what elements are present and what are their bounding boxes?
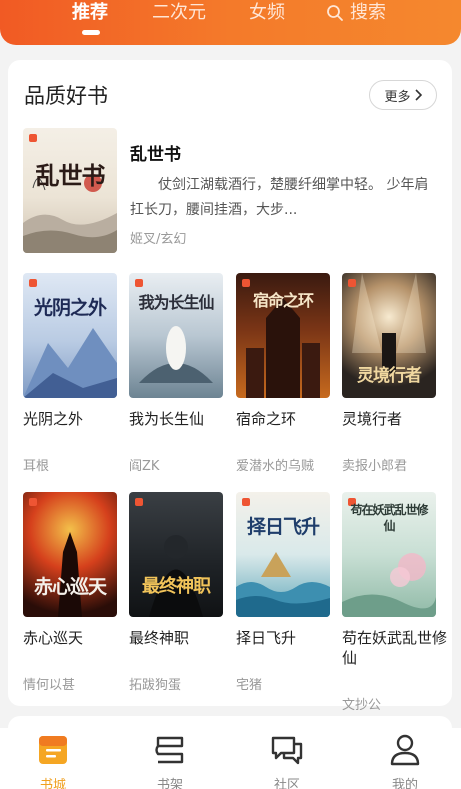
search-button[interactable]: 搜索	[326, 0, 386, 26]
book-author: 耳根	[23, 459, 50, 474]
nav-bookstore[interactable]: 书城	[18, 734, 88, 789]
waves-art	[236, 552, 330, 617]
book-card[interactable]: 光阴之外 光阴之外 耳根	[23, 273, 117, 474]
book-cover: 苟在妖武乱世修仙	[342, 492, 436, 617]
featured-meta: 姬叉/玄幻	[130, 232, 187, 247]
publisher-badge	[348, 279, 356, 287]
chevron-right-icon	[414, 89, 422, 101]
nav-label: 我的	[391, 778, 418, 789]
book-title: 灵境行者	[342, 410, 403, 428]
nav-label: 社区	[273, 778, 300, 789]
book-author: 文抄公	[342, 698, 382, 713]
book-card[interactable]: 赤心巡天 赤心巡天 情何以甚	[23, 492, 117, 693]
book-title: 赤心巡天	[23, 629, 84, 647]
book-card[interactable]: 最终神职 最终神职 拓跋狗蛋	[129, 492, 223, 693]
book-title: 光阴之外	[23, 410, 84, 428]
nav-profile[interactable]: 我的	[370, 734, 440, 789]
book-card[interactable]: 宿命之环 宿命之环 爱潜水的乌贼	[236, 273, 330, 474]
book-author: 宅猪	[236, 678, 263, 693]
book-title: 我为长生仙	[129, 410, 205, 428]
book-card[interactable]: 苟在妖武乱世修仙 苟在妖武乱世修仙 文抄公	[342, 492, 447, 713]
book-title: 苟在妖武乱世修仙	[342, 629, 448, 667]
nav-label: 书城	[39, 778, 66, 789]
search-icon	[327, 5, 343, 21]
book-card[interactable]: 灵境行者 灵境行者 卖报小郎君	[342, 273, 436, 474]
bookshelf-icon	[155, 736, 184, 764]
section-title: 品质好书	[24, 84, 108, 108]
book-cover: 赤心巡天	[23, 492, 117, 617]
top-tab-bar: 推荐 二次元 女频 搜索	[0, 0, 461, 45]
book-cover-text: 赤心巡天	[33, 576, 107, 598]
book-cover: 最终神职	[129, 492, 223, 617]
book-card[interactable]: 我为长生仙 我为长生仙 阎ZK	[129, 273, 223, 474]
tab-anime[interactable]: 二次元	[152, 0, 206, 26]
book-cover: 光阴之外	[23, 273, 117, 398]
book-author: 情何以甚	[23, 678, 76, 693]
book-cover-text: 择日飞升	[246, 516, 320, 538]
publisher-badge	[135, 279, 143, 287]
publisher-badge	[29, 279, 37, 287]
more-label: 更多	[384, 89, 411, 105]
hooded-figure-art	[149, 535, 203, 617]
book-cover: 我为长生仙	[129, 273, 223, 398]
more-button[interactable]: 更多	[369, 80, 437, 110]
nav-label: 书架	[156, 778, 183, 789]
book-title: 宿命之环	[236, 410, 297, 428]
publisher-badge	[29, 498, 37, 506]
book-cover-text: 光阴之外	[33, 297, 107, 319]
book-card[interactable]: 择日飞升 择日飞升 宅猪	[236, 492, 330, 693]
bottom-navigation: 书城 书架 社区 我的	[0, 728, 461, 789]
book-cover-text: 灵境行者	[357, 366, 422, 386]
book-author: 阎ZK	[129, 459, 160, 474]
tab-recommend[interactable]: 推荐	[72, 0, 108, 26]
featured-title[interactable]: 乱世书	[130, 140, 181, 165]
featured-description: 仗剑江湖载酒行，楚腰纤细掌中轻。 少年肩扛长刀，腰间挂酒，大步...	[130, 177, 429, 218]
book-cover: 择日飞升	[236, 492, 330, 617]
featured-book-cover[interactable]: 乱世书	[23, 128, 117, 253]
book-cover-text: 宿命之环	[252, 291, 314, 310]
book-cover-text: 苟在妖武乱世修仙	[350, 503, 428, 533]
publisher-badge	[135, 498, 143, 506]
publisher-badge	[242, 279, 250, 287]
tab-female[interactable]: 女频	[249, 0, 285, 26]
book-author: 卖报小郎君	[342, 459, 408, 474]
book-cover: 宿命之环	[236, 273, 330, 398]
community-icon	[271, 736, 303, 765]
book-cover: 灵境行者	[342, 273, 436, 398]
mountain-art	[23, 328, 117, 398]
book-author: 拓跋狗蛋	[129, 678, 182, 693]
book-cover-text: 最终神职	[142, 576, 211, 597]
featured-cover-text: 乱世书	[35, 161, 106, 190]
nav-community[interactable]: 社区	[252, 734, 322, 789]
profile-icon	[390, 734, 420, 766]
active-tab-indicator	[82, 30, 100, 35]
nav-bookshelf[interactable]: 书架	[135, 734, 205, 789]
book-cover-text: 我为长生仙	[138, 293, 214, 312]
publisher-badge	[29, 134, 37, 142]
book-title: 择日飞升	[236, 629, 297, 647]
bookstore-icon	[39, 736, 67, 764]
book-author: 爱潜水的乌贼	[236, 459, 315, 474]
publisher-badge	[242, 498, 250, 506]
quality-books-card: 品质好书 更多 乱世书 乱世书 仗剑江湖载酒行，楚腰纤细掌中轻。 少年肩扛长刀，…	[8, 60, 452, 713]
search-label: 搜索	[350, 2, 386, 23]
book-title: 最终神职	[129, 629, 190, 647]
